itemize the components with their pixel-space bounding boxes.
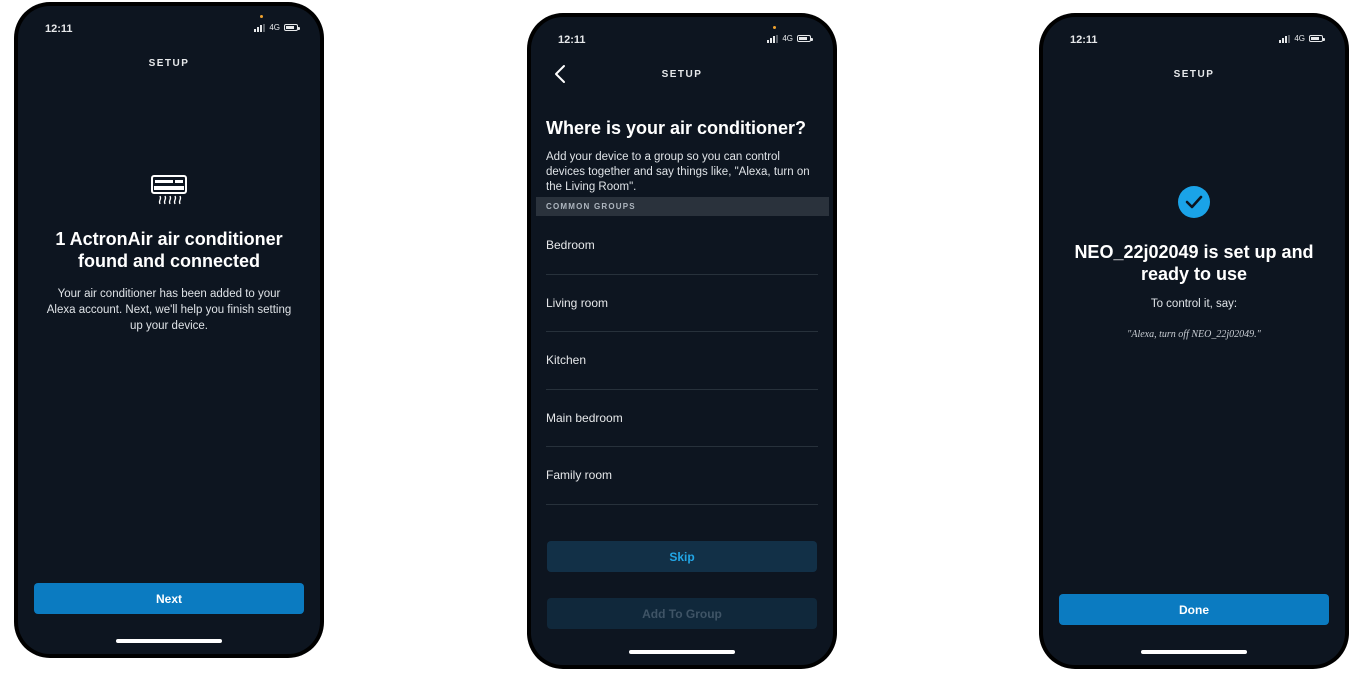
group-option-bedroom[interactable]: Bedroom (546, 217, 818, 275)
battery-icon (284, 24, 300, 31)
status-bar-icons: 4G (767, 34, 813, 43)
group-list: Bedroom Living room Kitchen Main bedroom… (546, 217, 818, 505)
group-question-heading: Where is your air conditioner? (546, 118, 807, 138)
home-indicator[interactable] (629, 650, 735, 654)
common-groups-header: COMMON GROUPS (536, 197, 829, 216)
next-button[interactable]: Next (34, 583, 304, 614)
group-description: Add your device to a group so you can co… (546, 151, 810, 193)
home-indicator[interactable] (1141, 650, 1247, 654)
done-button[interactable]: Done (1059, 594, 1329, 625)
status-bar-icons: 4G (254, 23, 300, 32)
page-title: SETUP (661, 69, 703, 80)
home-indicator[interactable] (116, 639, 222, 643)
group-option-family-room[interactable]: Family room (546, 447, 818, 505)
phone-frame-1: 12:11 4G SETUP 1 ActronAir air condition… (14, 2, 324, 658)
found-body-text: Your air conditioner has been added to y… (46, 288, 292, 332)
status-bar-icons: 4G (1279, 34, 1325, 43)
status-time: 12:11 (558, 34, 586, 46)
privacy-indicator-dot (773, 26, 776, 29)
phone-frame-3: 12:11 4G SETUP NEO_22j02049 is set up an… (1039, 13, 1349, 669)
page-title: SETUP (1173, 69, 1215, 80)
battery-icon (1309, 35, 1325, 42)
add-to-group-button[interactable]: Add To Group (547, 598, 817, 629)
status-time: 12:11 (1070, 34, 1098, 46)
phone-frame-2: 12:11 4G SETUP Where is your air conditi… (527, 13, 837, 669)
signal-icon (767, 34, 779, 43)
found-device-screen: 12:11 4G SETUP 1 ActronAir air condition… (18, 6, 320, 654)
stage: 12:11 4G SETUP 1 ActronAir air condition… (0, 0, 1366, 680)
signal-icon (1279, 34, 1291, 43)
status-time: 12:11 (45, 23, 73, 35)
setup-complete-heading: NEO_22j02049 is set up and ready to use (1074, 242, 1314, 284)
control-instruction: To control it, say: (1150, 298, 1238, 310)
page-title: SETUP (148, 58, 190, 69)
checkmark-icon (1185, 195, 1203, 209)
success-badge (1178, 186, 1210, 218)
network-label: 4G (269, 23, 280, 32)
network-label: 4G (782, 34, 793, 43)
setup-complete-screen: 12:11 4G SETUP NEO_22j02049 is set up an… (1043, 17, 1345, 665)
battery-icon (797, 35, 813, 42)
signal-icon (254, 23, 266, 32)
privacy-indicator-dot (260, 15, 263, 18)
found-heading: 1 ActronAir air conditioner found and co… (55, 229, 283, 271)
choose-group-screen: 12:11 4G SETUP Where is your air conditi… (531, 17, 833, 665)
example-voice-command: "Alexa, turn off NEO_22j02049." (1127, 329, 1261, 340)
skip-button[interactable]: Skip (547, 541, 817, 572)
air-conditioner-icon (151, 175, 187, 205)
group-option-main-bedroom[interactable]: Main bedroom (546, 390, 818, 447)
network-label: 4G (1294, 34, 1305, 43)
group-option-living-room[interactable]: Living room (546, 275, 818, 332)
group-option-kitchen[interactable]: Kitchen (546, 332, 818, 390)
